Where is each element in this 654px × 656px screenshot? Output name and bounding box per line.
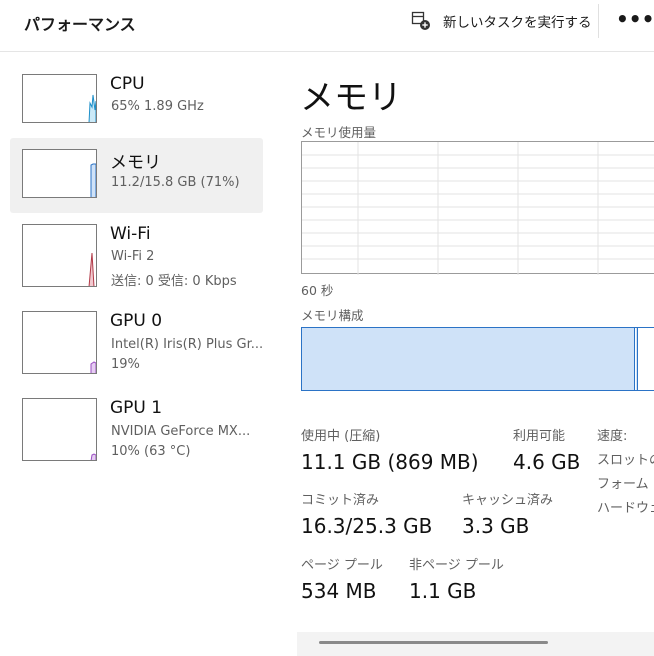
sidebar-item-detail-2: 10% (63 °C) — [111, 444, 191, 459]
memory-composition-bar — [301, 327, 654, 391]
paged-pool-label: ページ プール — [301, 558, 383, 573]
sidebar-item-gpu0[interactable]: GPU 0 Intel(R) Iris(R) Plus Gr... 19% — [10, 300, 263, 375]
sidebar-item-title: メモリ — [110, 153, 161, 173]
nonpaged-pool-label: 非ページ プール — [409, 558, 504, 573]
wifi-thumbnail-graph — [22, 224, 97, 287]
available-label: 利用可能 — [513, 429, 566, 444]
speed-label: 速度: — [597, 429, 628, 444]
cached-label: キャッシュ済み — [462, 493, 554, 508]
nonpaged-pool-value: 1.1 GB — [409, 579, 477, 603]
sidebar-item-detail-2: 19% — [111, 357, 140, 372]
paged-pool-value: 534 MB — [301, 579, 377, 603]
slots-used-label: スロットの使 — [597, 453, 654, 468]
scrollbar-thumb[interactable] — [319, 641, 548, 644]
header-separator — [598, 4, 599, 38]
new-task-icon — [411, 11, 430, 30]
memory-composition-label: メモリ構成 — [301, 308, 364, 323]
sidebar-item-title: Wi-Fi — [110, 224, 151, 244]
sidebar-item-memory[interactable]: メモリ 11.2/15.8 GB (71%) — [10, 138, 263, 213]
sidebar-item-title: CPU — [110, 74, 145, 94]
memory-usage-graph — [301, 141, 654, 275]
memory-usage-label: メモリ使用量 — [301, 125, 377, 140]
sidebar-item-detail: Wi-Fi 2 — [111, 249, 155, 264]
horizontal-scrollbar[interactable] — [297, 632, 654, 656]
composition-modified-segment — [636, 328, 638, 390]
form-factor-label: フォーム フ — [597, 477, 654, 492]
sidebar-item-wifi[interactable]: Wi-Fi Wi-Fi 2 送信: 0 受信: 0 Kbps — [10, 213, 263, 289]
graph-time-label: 60 秒 — [301, 283, 334, 298]
composition-in-use-segment — [302, 328, 635, 390]
sidebar-item-cpu[interactable]: CPU 65% 1.89 GHz — [10, 63, 263, 138]
header-bar: パフォーマンス 新しいタスクを実行する ••• — [0, 0, 654, 52]
gpu0-thumbnail-graph — [22, 311, 97, 374]
sidebar-item-detail-2: 送信: 0 受信: 0 Kbps — [111, 274, 237, 289]
sidebar-item-title: GPU 0 — [110, 311, 163, 331]
run-new-task-label: 新しいタスクを実行する — [443, 15, 592, 31]
more-options-icon[interactable]: ••• — [616, 9, 654, 32]
sidebar-item-detail: 65% 1.89 GHz — [111, 99, 204, 114]
in-use-label: 使用中 (圧縮) — [301, 429, 381, 444]
sidebar-item-detail: NVIDIA GeForce MX... — [111, 424, 251, 439]
available-value: 4.6 GB — [513, 450, 581, 474]
cpu-thumbnail-graph — [22, 74, 97, 123]
sidebar-item-detail: 11.2/15.8 GB (71%) — [111, 175, 240, 190]
page-title: パフォーマンス — [24, 15, 136, 34]
memory-thumbnail-graph — [22, 149, 97, 198]
committed-label: コミット済み — [301, 493, 380, 508]
in-use-value: 11.1 GB (869 MB) — [301, 450, 479, 474]
gpu1-thumbnail-graph — [22, 398, 97, 461]
run-new-task-button[interactable]: 新しいタスクを実行する — [411, 8, 592, 34]
sidebar-item-title: GPU 1 — [110, 398, 163, 418]
sidebar-item-gpu1[interactable]: GPU 1 NVIDIA GeForce MX... 10% (63 °C) — [10, 387, 263, 462]
sidebar-item-detail: Intel(R) Iris(R) Plus Gr... — [111, 337, 264, 352]
committed-value: 16.3/25.3 GB — [301, 514, 433, 538]
main-title: メモリ — [300, 78, 402, 118]
cached-value: 3.3 GB — [462, 514, 530, 538]
hardware-reserved-label: ハードウェア — [597, 501, 654, 516]
